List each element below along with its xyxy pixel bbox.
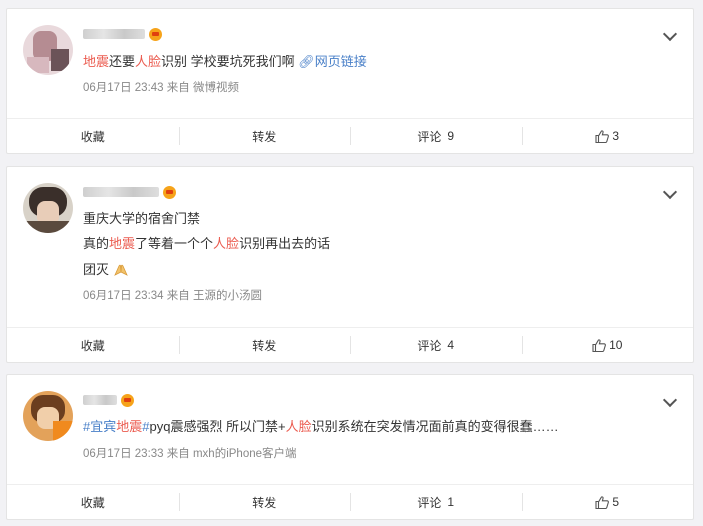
pray-hands-emoji [113,264,128,276]
via-label: 来自 [166,290,190,302]
text-span: pyq震感强烈 所以门禁+ [149,419,286,434]
post-source[interactable]: 王源的小汤圆 [193,290,262,302]
action-bar: 收藏 转发 评论 1 5 [7,484,693,519]
weibo-post-card: #宜宾地震#pyq震感强烈 所以门禁+人脸识别系统在突发情况面前真的变得很蠢……… [6,374,694,520]
collect-label: 收藏 [80,338,105,353]
username-line [83,184,176,200]
like-button[interactable]: 5 [521,485,694,519]
repost-label: 转发 [252,129,277,144]
like-button[interactable]: 3 [521,119,694,153]
collect-label: 收藏 [80,495,105,510]
post-meta: 06月17日 23:34 来自 王源的小汤圆 [83,287,262,303]
avatar[interactable] [23,391,73,441]
text-span: 了等着一个个 [135,236,214,251]
text-span: 团灭 [83,262,110,277]
keyword-link[interactable]: 地震 [109,236,135,251]
collect-button[interactable]: 收藏 [7,485,179,519]
comment-button[interactable]: 评论 9 [350,119,522,153]
comment-label: 评论 [417,338,442,353]
username-blurred[interactable] [83,395,117,405]
weibo-post-card: 重庆大学的宿舍门禁 真的地震了等着一个个人脸识别再出去的话 团灭 06月17日 … [6,166,694,363]
thumb-up-icon [595,129,610,143]
post-meta: 06月17日 23:43 来自 微博视频 [83,79,239,95]
action-bar: 收藏 转发 评论 4 10 [7,327,693,362]
keyword-link[interactable]: 人脸 [286,419,312,434]
thumb-up-icon [595,495,610,509]
post-time[interactable]: 06月17日 23:34 [83,290,164,302]
chevron-down-icon[interactable] [662,26,678,42]
post-time[interactable]: 06月17日 23:33 [83,448,164,460]
collect-button[interactable]: 收藏 [7,119,179,153]
repost-label: 转发 [252,495,277,510]
username-blurred[interactable] [83,187,159,197]
crown-badge-icon [163,185,176,199]
post-text-line: 真的地震了等着一个个人脸识别再出去的话 [83,235,330,253]
link-icon[interactable]: 🔗︎ [298,54,315,69]
post-source[interactable]: 微博视频 [193,82,239,94]
post-text-line: 团灭 [83,261,129,279]
thumb-up-icon [592,338,606,352]
keyword-link[interactable]: 地震 [116,419,142,434]
action-bar: 收藏 转发 评论 9 3 [7,118,693,153]
username-line [83,392,134,408]
comment-button[interactable]: 评论 1 [350,485,522,519]
like-button[interactable]: 10 [521,328,694,362]
post-meta: 06月17日 23:33 来自 mxh的iPhone客户端 [83,445,297,461]
comment-label: 评论 [417,495,442,510]
text-span: 真的 [83,236,110,251]
post-source[interactable]: mxh的iPhone客户端 [193,448,297,460]
like-count: 10 [609,338,623,352]
keyword-link[interactable]: 人脸 [213,236,239,251]
topic-link[interactable]: #宜宾 [83,419,116,434]
crown-badge-icon [149,27,162,41]
avatar[interactable] [23,183,73,233]
repost-label: 转发 [252,338,277,353]
text-span: 识别系统在突发情况面前真的变得很蠢…… [311,419,559,434]
post-text-line: 重庆大学的宿舍门禁 [83,210,200,228]
like-count: 5 [612,495,620,509]
repost-button[interactable]: 转发 [178,328,351,362]
keyword-link[interactable]: 人脸 [135,54,161,69]
avatar[interactable] [23,25,73,75]
text-span: 识别再出去的话 [239,236,331,251]
like-count: 3 [612,129,620,143]
text-span: 识别 学校要坑死我们啊 [161,54,299,69]
comment-count: 9 [447,129,455,143]
username-blurred[interactable] [83,29,145,39]
web-link[interactable]: 网页链接 [315,54,367,69]
collect-button[interactable]: 收藏 [7,328,179,362]
crown-badge-icon [121,393,134,407]
keyword-link[interactable]: 地震 [83,54,109,69]
via-label: 来自 [166,448,190,460]
repost-button[interactable]: 转发 [178,485,351,519]
comment-count: 4 [447,338,455,352]
comment-label: 评论 [417,129,442,144]
post-time[interactable]: 06月17日 23:43 [83,82,164,94]
post-text: 地震还要人脸识别 学校要坑死我们啊 🔗︎网页链接 [83,53,367,71]
text-span: 重庆大学的宿舍门禁 [83,211,201,226]
post-text: #宜宾地震#pyq震感强烈 所以门禁+人脸识别系统在突发情况面前真的变得很蠢…… [83,418,559,436]
comment-count: 1 [447,495,455,509]
chevron-down-icon[interactable] [662,184,678,200]
weibo-post-card: 地震还要人脸识别 学校要坑死我们啊 🔗︎网页链接 06月17日 23:43 来自… [6,8,694,154]
via-label: 来自 [166,82,190,94]
username-line [83,26,162,42]
chevron-down-icon[interactable] [662,392,678,408]
collect-label: 收藏 [80,129,105,144]
comment-button[interactable]: 评论 4 [350,328,522,362]
text-span: 还要 [109,54,136,69]
repost-button[interactable]: 转发 [178,119,351,153]
